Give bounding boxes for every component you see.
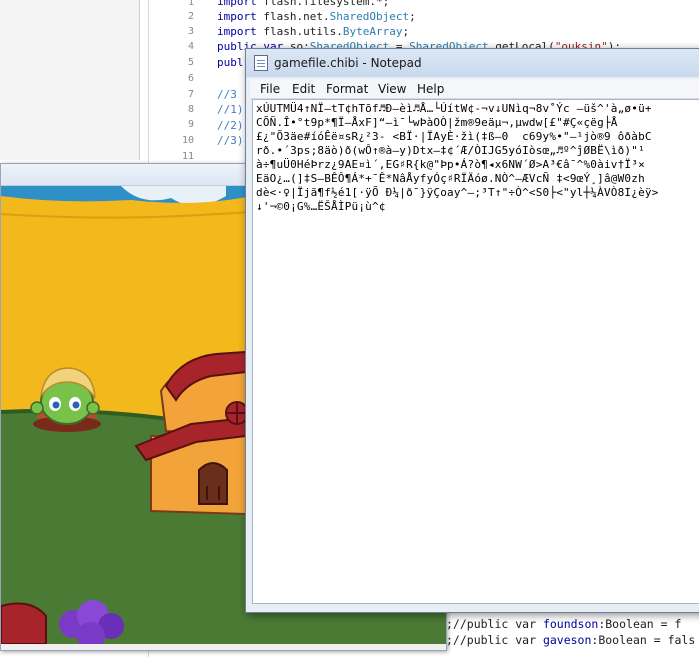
- code-comment[interactable]: //1): [217, 103, 244, 116]
- menu-edit[interactable]: Edit: [292, 82, 315, 96]
- line-number: 9: [187, 119, 194, 130]
- text-line: dè<·♀|Ïjã¶f½é1[·ÿÕ Ð¼|ð¯}ÿÇoay^–;³T↑"÷Ò^…: [256, 186, 659, 199]
- code-comment[interactable]: //2): [217, 119, 244, 132]
- menu-file[interactable]: File: [260, 82, 280, 96]
- notepad-text-area[interactable]: xÚUTMÜ4↑NÏ–tT¢hTõf♬Ð–èì♬Å…└ÚítW¢-¬v↓UNìq…: [252, 99, 699, 604]
- text-line: £¿"Õ3äe#íóÊë¤sR¿²3- <BÏ·|ÏAyÈ·žì(‡ß–0 c6…: [256, 130, 652, 143]
- menu-view[interactable]: View: [378, 82, 406, 96]
- text-line: ↓'¬©0¡G%…ËŠÅÌPü¡ù^¢: [256, 200, 386, 213]
- code-line[interactable]: ;//public var foundson:Boolean = f: [446, 617, 681, 631]
- line-number: 11: [181, 151, 194, 162]
- text-line: rð.•´3ps;8äò)ð(wÔ↑®à–y)Dtx–‡¢´Æ/ÒIJG5yóI…: [256, 144, 645, 157]
- code-line[interactable]: import flash.utils.ByteArray;: [217, 25, 409, 38]
- code-comment[interactable]: //3: [217, 88, 237, 101]
- line-number: 6: [187, 73, 194, 84]
- line-number: 7: [187, 89, 194, 100]
- text-line: CÕÑ.Î•°t9p*¶Ï–ÅxF]“–ì¯└wÞàOÒ|žm®9eäµ¬,µw…: [256, 116, 618, 129]
- menu-bar: File Edit Format View Help: [250, 79, 699, 99]
- line-number: 2: [187, 11, 194, 22]
- menu-format[interactable]: Format: [326, 82, 368, 96]
- notepad-icon: [254, 55, 268, 71]
- code-comment[interactable]: //3): [217, 134, 244, 147]
- line-number: 3: [187, 26, 194, 37]
- line-number: 1: [187, 0, 194, 8]
- menu-help[interactable]: Help: [417, 82, 444, 96]
- line-number: 4: [187, 41, 194, 52]
- line-number: 10: [181, 135, 194, 146]
- project-explorer-panel: [0, 0, 140, 160]
- red-roof: [1, 602, 47, 644]
- house-door: [198, 462, 228, 505]
- text-line: EäO¿…(]‡S–BÊÔ¶Á*+¯Ê*NâÅyfyÓç♯RÏÄóø.NÒ^–Æ…: [256, 172, 645, 185]
- window-title: gamefile.chibi - Notepad: [274, 56, 422, 70]
- code-line[interactable]: import flash.net.SharedObject;: [217, 10, 416, 23]
- code-line[interactable]: publ: [217, 56, 244, 69]
- notepad-window[interactable]: gamefile.chibi - Notepad File Edit Forma…: [245, 48, 699, 613]
- text-line: à÷¶uÜ0HéÞrz¿9AE¤ì´,EG♯R{k@"Þp•Á?ò¶◂x6NW´…: [256, 158, 645, 171]
- code-line[interactable]: ;//public var gaveson:Boolean = fals: [446, 633, 695, 647]
- line-number: 8: [187, 104, 194, 115]
- line-number: 5: [187, 57, 194, 68]
- notepad-titlebar[interactable]: gamefile.chibi - Notepad: [246, 49, 699, 77]
- code-line[interactable]: import flash.filesystem.*;: [217, 0, 389, 8]
- text-line: xÚUTMÜ4↑NÏ–tT¢hTõf♬Ð–èì♬Å…└ÚítW¢-¬v↓UNìq…: [256, 102, 652, 115]
